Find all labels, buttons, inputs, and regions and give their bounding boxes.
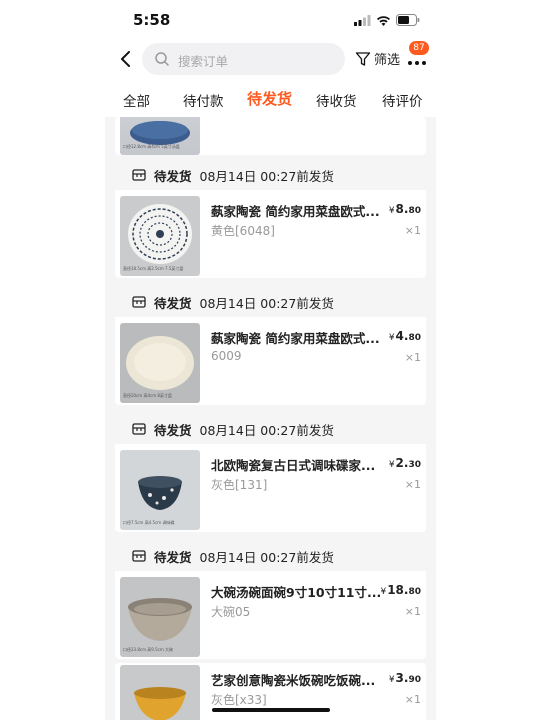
dark-bowl-image-icon bbox=[138, 476, 182, 510]
search-icon bbox=[155, 52, 169, 66]
thumb-caption: 口径23.8cm 高9.5cm 大碗 bbox=[123, 647, 174, 652]
cream-plate-image-icon bbox=[126, 336, 194, 390]
product-qty: ×1 bbox=[404, 605, 421, 618]
ship-deadline: 08月14日 00:27前发货 bbox=[199, 295, 334, 311]
product-thumbnail bbox=[120, 665, 200, 720]
ship-deadline: 08月14日 00:27前发货 bbox=[199, 168, 334, 184]
thumb-caption: 口径7.5cm 高4.5cm 调味碟 bbox=[123, 520, 175, 525]
product-spec: 灰色[131] bbox=[211, 478, 268, 492]
product-price: ¥18.80 bbox=[380, 583, 421, 597]
phone-screen: 5:58 搜索订单 筛选 87 全部 待付款 待发货 待收货 待评价 口径12.… bbox=[105, 0, 436, 720]
shop-icon bbox=[132, 169, 146, 181]
product-thumbnail: 口径7.5cm 高4.5cm 调味碟 bbox=[120, 450, 200, 530]
product-qty: ×1 bbox=[404, 351, 421, 364]
header-area: 5:58 搜索订单 筛选 87 全部 待付款 待发货 待收货 待评价 bbox=[105, 0, 436, 117]
product-spec: 黄色[6048] bbox=[211, 224, 275, 238]
filter-label: 筛选 bbox=[374, 53, 401, 68]
product-spec: 灰色[x33] bbox=[211, 693, 267, 707]
search-row: 搜索订单 筛选 87 bbox=[105, 41, 436, 76]
product-thumbnail: 口径12.8cm 高4cm 5英寸汤盘 bbox=[120, 117, 200, 155]
signal-icon bbox=[354, 14, 371, 26]
order-status: 待发货 bbox=[154, 295, 192, 311]
product-title: 艺家创意陶瓷米饭碗吃饭碗... bbox=[211, 673, 376, 688]
status-time: 5:58 bbox=[133, 11, 171, 29]
order-header: 待发货 08月14日 00:27前发货 bbox=[115, 414, 426, 444]
product-title: 蓺家陶瓷 简约家用菜盘欧式... bbox=[211, 204, 380, 219]
order-card[interactable]: 待发货 08月14日 00:27前发货 口径23.8cm 高9.5cm 大碗 大… bbox=[115, 541, 426, 659]
order-tabs: 全部 待付款 待发货 待收货 待评价 bbox=[105, 86, 436, 114]
search-placeholder: 搜索订单 bbox=[178, 54, 229, 69]
product-qty: ×1 bbox=[404, 693, 421, 706]
shop-icon bbox=[132, 423, 146, 435]
thumb-caption: 直径20cm 高4cm 8英寸盘 bbox=[123, 393, 172, 398]
shop-icon bbox=[132, 550, 146, 562]
product-spec: 6009 bbox=[211, 349, 242, 363]
ship-deadline: 08月14日 00:27前发货 bbox=[199, 549, 334, 565]
order-status: 待发货 bbox=[154, 549, 192, 565]
order-status: 待发货 bbox=[154, 168, 192, 184]
order-card-partial[interactable]: 口径12.8cm 高4cm 5英寸汤盘 bbox=[115, 117, 426, 155]
order-list: 口径12.8cm 高4cm 5英寸汤盘 待发货 08月14日 00:27前发货 bbox=[105, 117, 436, 720]
search-input[interactable]: 搜索订单 bbox=[142, 43, 345, 75]
tab-pending-receipt[interactable]: 待收货 bbox=[316, 90, 357, 110]
product-title: 大碗汤碗面碗9寸10寸11寸... bbox=[211, 585, 382, 600]
order-header: 待发货 08月14日 00:27前发货 bbox=[115, 160, 426, 190]
order-header: 待发货 08月14日 00:27前发货 bbox=[115, 541, 426, 571]
patterned-plate-image-icon bbox=[128, 204, 192, 264]
tab-pending-payment[interactable]: 待付款 bbox=[183, 90, 224, 110]
order-status: 待发货 bbox=[154, 422, 192, 438]
product-qty: ×1 bbox=[404, 224, 421, 237]
filter-button[interactable]: 筛选 bbox=[355, 49, 400, 68]
status-bar: 5:58 bbox=[105, 0, 436, 40]
tab-pending-shipment[interactable]: 待发货 bbox=[247, 88, 292, 109]
order-header: 待发货 08月14日 00:27前发货 bbox=[115, 287, 426, 317]
product-title: 蓺家陶瓷 简约家用菜盘欧式... bbox=[211, 331, 380, 346]
product-price: ¥2.30 bbox=[388, 456, 421, 470]
large-bowl-image-icon bbox=[128, 598, 192, 641]
thumb-caption: 口径12.8cm 高4cm 5英寸汤盘 bbox=[123, 144, 180, 149]
status-icons bbox=[354, 14, 420, 26]
home-indicator[interactable] bbox=[212, 708, 330, 712]
filter-icon bbox=[355, 51, 371, 66]
tab-all[interactable]: 全部 bbox=[123, 90, 150, 110]
product-thumbnail: 直径18.5cm 高2.5cm 7.5英寸盘 bbox=[120, 196, 200, 276]
wifi-icon bbox=[377, 15, 390, 26]
product-spec: 大碗05 bbox=[211, 605, 251, 619]
back-button[interactable] bbox=[117, 48, 137, 70]
order-card[interactable]: 待发货 08月14日 00:27前发货 直径18.5cm 高2.5cm 7.5英… bbox=[115, 160, 426, 278]
product-price: ¥4.80 bbox=[388, 329, 421, 343]
product-price: ¥8.80 bbox=[388, 202, 421, 216]
battery-icon bbox=[396, 14, 420, 26]
message-badge: 87 bbox=[409, 41, 429, 55]
product-qty: ×1 bbox=[404, 478, 421, 491]
thumb-caption: 直径18.5cm 高2.5cm 7.5英寸盘 bbox=[123, 266, 184, 271]
ship-deadline: 08月14日 00:27前发货 bbox=[199, 422, 334, 438]
product-title: 北欧陶瓷复古日式调味碟家... bbox=[211, 458, 376, 473]
product-thumbnail: 直径20cm 高4cm 8英寸盘 bbox=[120, 323, 200, 403]
chevron-left-icon bbox=[121, 51, 130, 67]
product-thumbnail: 口径23.8cm 高9.5cm 大碗 bbox=[120, 577, 200, 657]
shop-icon bbox=[132, 296, 146, 308]
order-card[interactable]: 待发货 08月14日 00:27前发货 口径7.5cm 高4.5cm 调味碟 北… bbox=[115, 414, 426, 532]
order-card[interactable]: 待发货 08月14日 00:27前发货 直径20cm 高4cm 8英寸盘 蓺家陶… bbox=[115, 287, 426, 405]
yellow-bowl-image-icon bbox=[134, 687, 186, 720]
tab-pending-review[interactable]: 待评价 bbox=[382, 90, 423, 110]
more-dots-icon bbox=[408, 61, 426, 65]
product-price: ¥3.90 bbox=[388, 671, 421, 685]
